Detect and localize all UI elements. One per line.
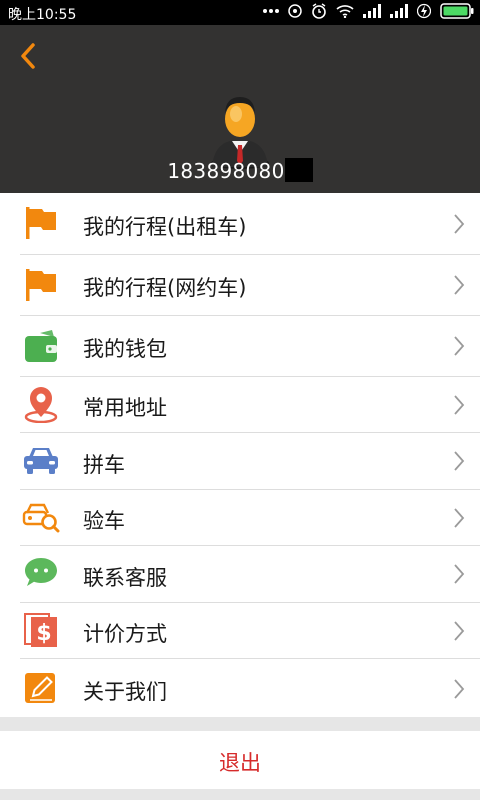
menu-item-ride-hailing-trips[interactable]: 我的行程(网约车) [0, 255, 480, 315]
svg-text:$: $ [36, 621, 51, 646]
menu-item-label: 拼车 [83, 453, 125, 477]
chevron-right-icon [454, 451, 465, 471]
menu-item-label: 计价方式 [83, 622, 167, 646]
redaction-block [284, 158, 313, 182]
menu-item-label: 我的钱包 [83, 337, 167, 361]
chevron-right-icon [454, 508, 465, 528]
menu-item-label: 联系客服 [83, 566, 167, 590]
menu-item-label: 我的行程(出租车) [83, 215, 247, 239]
phone-number: 183898080 [0, 158, 480, 183]
chevron-right-icon [454, 564, 465, 584]
menu-item-taxi-trips[interactable]: 我的行程(出租车) [0, 193, 480, 254]
chevron-right-icon [454, 275, 465, 295]
menu-item-label: 我的行程(网约车) [83, 276, 247, 300]
signal-icon-2 [390, 4, 408, 18]
battery-icon [440, 3, 474, 19]
menu-item-wallet[interactable]: 我的钱包 [0, 316, 480, 376]
alarm-icon [312, 3, 326, 19]
menu-item-label: 关于我们 [83, 680, 167, 704]
more-dots-icon [263, 9, 279, 13]
dollar-icon: $ [24, 613, 57, 647]
chevron-right-icon [454, 395, 465, 415]
menu-item-about-us[interactable]: 关于我们 [0, 659, 480, 717]
flag-icon [26, 269, 56, 301]
location-pin-icon [24, 387, 58, 423]
menu-item-label: 常用地址 [83, 396, 167, 420]
menu-item-vehicle-inspection[interactable]: 验车 [0, 490, 480, 545]
flag-icon [26, 207, 56, 239]
chat-bubble-icon [25, 558, 57, 586]
edit-pencil-icon [25, 673, 55, 703]
status-time: 晚上10:55 [8, 7, 77, 23]
logout-label: 退出 [219, 751, 261, 775]
wallet-icon [25, 330, 57, 362]
menu-item-customer-service[interactable]: 联系客服 [0, 546, 480, 602]
phone-number-text: 183898080 [167, 159, 285, 183]
car-icon [24, 448, 58, 474]
menu-item-label: 验车 [83, 509, 125, 533]
wifi-icon [336, 5, 354, 18]
menu-item-pricing[interactable]: $ 计价方式 [0, 603, 480, 658]
charging-icon [417, 3, 431, 19]
menu-item-common-addresses[interactable]: 常用地址 [0, 377, 480, 432]
status-icons [263, 3, 474, 19]
chevron-right-icon [454, 621, 465, 641]
chevron-right-icon [454, 214, 465, 234]
chevron-right-icon [454, 679, 465, 699]
chevron-right-icon [454, 336, 465, 356]
signal-icon [363, 4, 381, 18]
menu-item-carpool[interactable]: 拼车 [0, 433, 480, 489]
logout-button[interactable]: 退出 [0, 731, 480, 789]
car-inspect-icon [22, 503, 60, 533]
menu-list: 我的行程(出租车) 我的行程(网约车) 我的钱包 常用地址 拼车 验车 联系客服… [0, 193, 480, 717]
profile-header: 183898080 [0, 25, 480, 193]
back-arrow-icon[interactable] [14, 41, 44, 71]
status-bar: 晚上10:55 [0, 0, 480, 25]
hotspot-icon [288, 4, 302, 18]
